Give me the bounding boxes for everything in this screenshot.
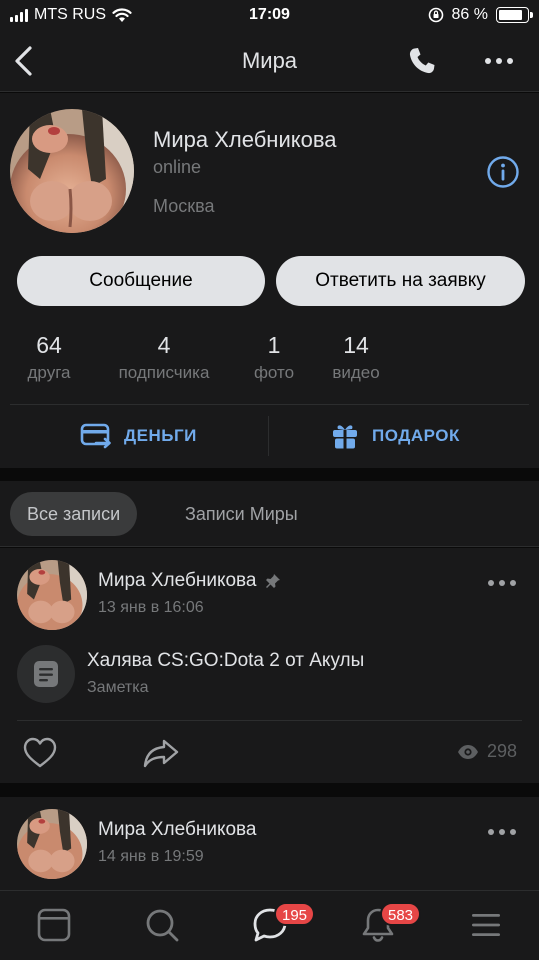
views-counter: 298 [457, 741, 517, 762]
money-card-icon [80, 423, 111, 449]
post-author[interactable]: Мира Хлебникова [98, 570, 281, 592]
post-time: 14 янв в 19:59 [98, 848, 204, 865]
tab-search[interactable] [142, 905, 182, 945]
wall-post: Мира Хлебникова 13 янв в 16:06 Халява CS… [0, 548, 539, 783]
battery-icon [496, 7, 533, 23]
divider [17, 720, 522, 721]
money-label: ДЕНЬГИ [124, 426, 197, 445]
wall-tabs: Все записи Записи Миры [0, 481, 539, 547]
stat-friends[interactable]: 64 друга [20, 332, 78, 383]
tab-notifications[interactable]: 583 [358, 902, 422, 945]
stat-photos[interactable]: 1 фото [246, 332, 302, 383]
divider [10, 404, 529, 405]
stat-videos[interactable]: 14 видео [324, 332, 388, 383]
post-author[interactable]: Мира Хлебникова [98, 819, 257, 841]
nav-bar: Мира [0, 32, 539, 92]
profile-name: Мира Хлебникова [153, 127, 337, 152]
status-right: 86 % [428, 6, 533, 24]
message-button[interactable]: Сообщение [17, 256, 265, 306]
note-title[interactable]: Халява CS:GO:Dota 2 от Акулы [87, 650, 364, 672]
heart-icon[interactable] [22, 736, 58, 770]
views-count: 298 [486, 741, 517, 761]
tab-own-posts[interactable]: Записи Миры [168, 492, 315, 536]
avatar[interactable] [10, 109, 134, 233]
status-bar: MTS RUS 17:09 86 % [0, 0, 539, 32]
note-attachment-icon[interactable] [17, 645, 75, 703]
notifications-badge: 583 [380, 902, 422, 926]
tab-messages[interactable]: 195 [250, 902, 316, 945]
stat-number: 64 [36, 332, 62, 358]
more-horizontal-icon[interactable] [484, 823, 520, 841]
more-horizontal-icon[interactable] [484, 574, 520, 592]
menu-icon [472, 914, 500, 936]
bottom-tab-bar: 195 583 [0, 890, 539, 960]
gift-label: ПОДАРОК [372, 426, 460, 445]
messages-badge: 195 [274, 902, 316, 926]
money-transfer-button[interactable]: ДЕНЬГИ [80, 419, 197, 453]
stat-number: 14 [343, 332, 369, 358]
avatar[interactable] [17, 809, 87, 879]
share-icon[interactable] [142, 737, 180, 769]
stat-number: 1 [267, 332, 281, 358]
stat-label: видео [332, 363, 380, 382]
search-icon [146, 909, 179, 942]
battery-percent: 86 % [451, 6, 488, 23]
post-author-name: Мира Хлебникова [98, 570, 257, 591]
stat-followers[interactable]: 4 подписчика [104, 332, 224, 383]
tab-all-posts[interactable]: Все записи [10, 492, 138, 536]
battery-fill [499, 10, 523, 20]
profile-city: Москва [153, 196, 215, 216]
profile-status: online [153, 157, 202, 177]
divider [268, 416, 269, 456]
stat-label: фото [253, 363, 295, 382]
avatar[interactable] [17, 560, 87, 630]
feed-icon [37, 908, 71, 942]
pin-icon [265, 574, 280, 588]
post-time: 13 янв в 16:06 [98, 599, 204, 616]
gift-button[interactable]: ПОДАРОК [330, 419, 460, 453]
tab-menu[interactable] [466, 905, 506, 945]
wall-post: Мира Хлебникова 14 янв в 19:59 [0, 797, 539, 892]
stat-number: 4 [157, 332, 171, 358]
reply-request-button[interactable]: Ответить на заявку [276, 256, 525, 306]
eye-icon [457, 744, 478, 759]
profile-header: Мира Хлебникова online Москва Сообщение … [0, 93, 539, 468]
note-type: Заметка [87, 679, 149, 696]
phone-icon[interactable] [406, 45, 438, 77]
post-author-name: Мира Хлебникова [98, 819, 257, 840]
page-title: Мира [241, 48, 298, 73]
tab-feed[interactable] [34, 905, 74, 945]
profile-screen: MTS RUS 17:09 86 % Мира Мира Хлебникова … [0, 0, 539, 960]
gift-icon [333, 425, 357, 449]
stat-label: подписчика [118, 363, 210, 382]
info-icon[interactable] [486, 155, 520, 189]
orientation-lock-icon [428, 7, 443, 23]
stat-label: друга [27, 363, 71, 382]
more-horizontal-icon[interactable] [482, 50, 516, 72]
